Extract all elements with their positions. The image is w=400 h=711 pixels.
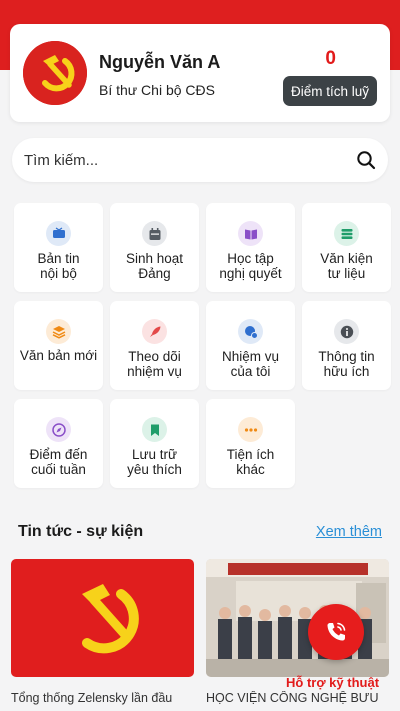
menu-item-party-activity[interactable]: Sinh hoạt Đảng: [110, 203, 199, 292]
phone-icon: [327, 622, 346, 641]
menu-item-label: Điểm đến cuối tuần: [29, 447, 88, 477]
news-card-image[interactable]: [11, 559, 194, 677]
menu-item-label: Văn kiện tư liệu: [320, 251, 373, 281]
bookmark-icon: [142, 417, 167, 442]
points-button[interactable]: Điểm tích luỹ: [283, 76, 377, 106]
layers-icon: [46, 319, 71, 344]
search-bar[interactable]: [12, 138, 388, 182]
menu-item-other-utilities[interactable]: Tiện ích khác: [206, 399, 295, 488]
task-icon: [238, 319, 263, 344]
menu-item-label: Sinh hoạt Đảng: [125, 251, 184, 281]
support-button[interactable]: [308, 604, 364, 660]
stack-icon: [334, 221, 359, 246]
hammer-sickle-icon: [11, 559, 194, 677]
search-icon[interactable]: [356, 150, 376, 170]
rocket-icon: [142, 319, 167, 344]
more-dots-icon: [238, 417, 263, 442]
user-name: Nguyễn Văn A: [99, 52, 221, 72]
info-icon: [334, 319, 359, 344]
menu-item-my-tasks[interactable]: Nhiệm vụ của tôi: [206, 301, 295, 390]
menu-item-study-resolution[interactable]: Học tập nghị quyết: [206, 203, 295, 292]
menu-item-track-tasks[interactable]: Theo dõi nhiệm vụ: [110, 301, 199, 390]
menu-item-new-documents[interactable]: Văn bản mới: [14, 301, 103, 390]
points-value: 0: [325, 48, 336, 69]
group-photo-image: [206, 559, 389, 677]
news-card-image[interactable]: [206, 559, 389, 677]
menu-item-label: Lưu trữ yêu thích: [127, 447, 182, 477]
menu-item-label: Thông tin hữu ích: [318, 349, 375, 379]
menu-item-label: Nhiệm vụ của tôi: [221, 349, 280, 379]
menu-item-label: Tiện ích khác: [226, 447, 275, 477]
menu-item-label: Học tập nghị quyết: [219, 251, 282, 281]
compass-icon: [46, 417, 71, 442]
user-role: Bí thư Chi bộ CĐS: [99, 82, 215, 98]
news-section-title: Tin tức - sự kiện: [18, 523, 144, 540]
menu-item-label: Văn bản mới: [19, 348, 98, 363]
menu-item-label: Bản tin nội bộ: [37, 251, 80, 281]
support-label[interactable]: Hỗ trợ kỹ thuật: [286, 675, 379, 690]
menu-item-label: Theo dõi nhiệm vụ: [127, 349, 182, 379]
hammer-sickle-icon: [23, 41, 87, 105]
menu-item-weekend-destination[interactable]: Điểm đến cuối tuần: [14, 399, 103, 488]
book-icon: [238, 221, 263, 246]
menu-item-useful-info[interactable]: Thông tin hữu ích: [302, 301, 391, 390]
see-more-link[interactable]: Xem thêm: [316, 524, 382, 540]
profile-card[interactable]: Nguyễn Văn A Bí thư Chi bộ CĐS 0 Điểm tí…: [10, 24, 390, 122]
avatar[interactable]: [23, 41, 87, 105]
menu-item-documents[interactable]: Văn kiện tư liệu: [302, 203, 391, 292]
news-item-title[interactable]: Tổng thống Zelensky lần đầu: [11, 691, 196, 705]
tv-icon: [46, 221, 71, 246]
calendar-icon: [142, 221, 167, 246]
search-input[interactable]: [24, 138, 344, 182]
news-item-title[interactable]: HỌC VIỆN CÔNG NGHỆ BƯU: [206, 691, 391, 705]
menu-item-news[interactable]: Bản tin nội bộ: [14, 203, 103, 292]
menu-item-favorites[interactable]: Lưu trữ yêu thích: [110, 399, 199, 488]
